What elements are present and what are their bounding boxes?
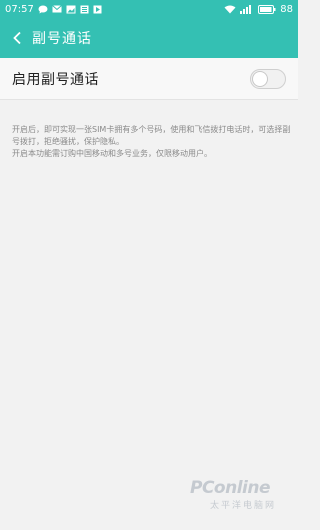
chat-bubble-icon [38, 5, 48, 14]
setting-label: 启用副号通话 [12, 71, 99, 88]
description: 开启后，即可实现一张SIM卡拥有多个号码，使用和飞信拨打电话时，可选择副号拨打，… [12, 124, 294, 160]
toggle-knob [252, 70, 268, 87]
description-line-1: 开启后，即可实现一张SIM卡拥有多个号码，使用和飞信拨打电话时，可选择副号拨打，… [12, 125, 291, 146]
status-bar-left: 07:57 [5, 4, 102, 15]
description-line-2: 开启本功能需订购中国移动和多号业务，仅限移动用户。 [12, 149, 212, 158]
page-title: 副号通话 [32, 31, 92, 47]
setting-row-secondary-number[interactable]: 启用副号通话 [0, 58, 298, 100]
watermark: PConline 太平洋电脑网 [190, 478, 310, 518]
play-icon [93, 5, 102, 14]
status-bar: 07:57 88 [0, 0, 298, 18]
mail-icon [51, 5, 62, 13]
news-icon [80, 5, 89, 14]
watermark-subtitle: 太平洋电脑网 [210, 501, 277, 511]
signal-icon [240, 4, 254, 14]
battery-icon [258, 4, 276, 14]
back-button[interactable] [2, 18, 32, 58]
secondary-number-toggle[interactable] [250, 68, 286, 89]
image-icon [66, 5, 76, 14]
status-time: 07:57 [5, 3, 34, 15]
wifi-icon [224, 5, 236, 14]
chevron-left-icon [12, 31, 22, 45]
status-bar-right: 88 [224, 4, 293, 15]
app-header: 副号通话 [0, 18, 298, 58]
watermark-logo: PConline [190, 478, 271, 498]
battery-level: 88 [280, 3, 293, 15]
